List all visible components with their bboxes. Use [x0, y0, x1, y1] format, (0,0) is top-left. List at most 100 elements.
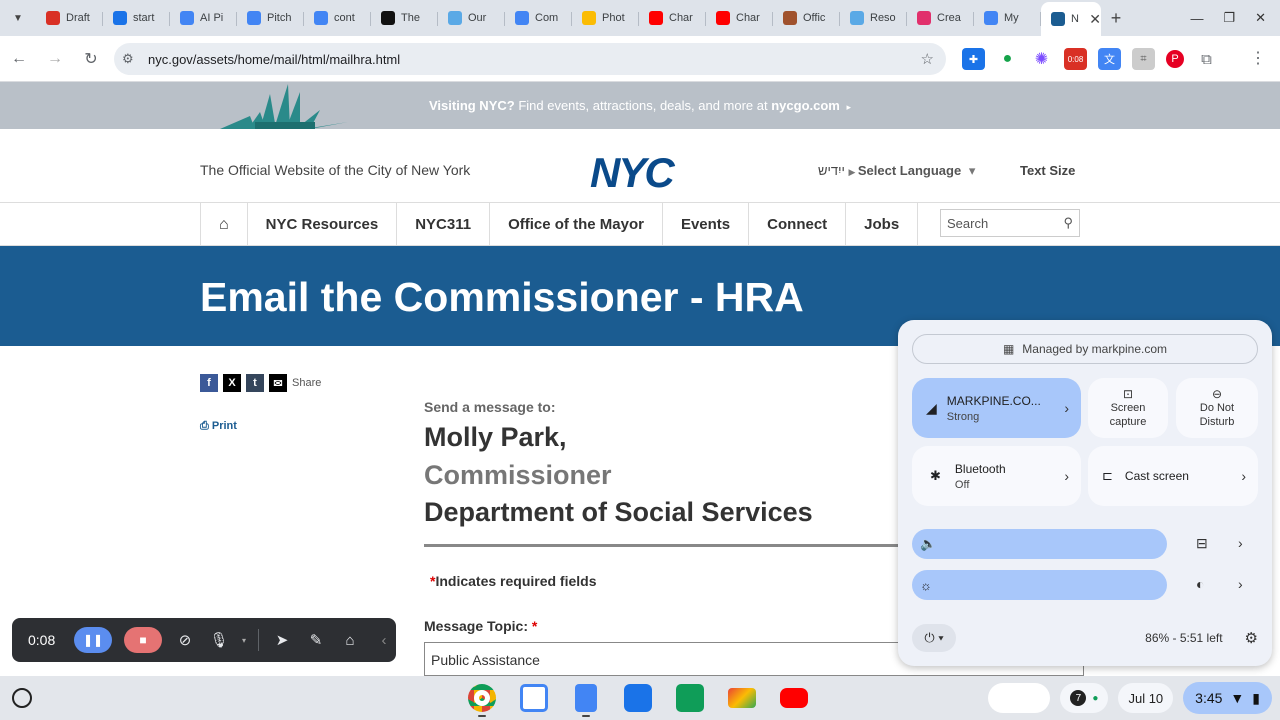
gmail-app-icon[interactable] — [724, 682, 760, 714]
time-status-pill[interactable]: 3:45 ▼ ▮ — [1183, 682, 1272, 714]
forward-icon[interactable]: → — [38, 50, 72, 68]
tab-0[interactable]: Draft — [36, 3, 103, 33]
back-icon[interactable]: ← — [2, 50, 36, 68]
reload-icon[interactable]: ↻ — [74, 49, 108, 69]
extension-gear-icon[interactable]: ✺ — [1030, 48, 1053, 70]
share-label[interactable]: Share — [292, 377, 321, 389]
notifications-pill[interactable]: 7 ● — [1060, 683, 1109, 713]
tumblr-icon[interactable]: t — [246, 374, 264, 392]
extension-grid-icon[interactable]: ⌗ — [1132, 48, 1155, 70]
wifi-chevron-icon[interactable]: › — [1064, 400, 1069, 416]
promo-link[interactable]: nycgo.com — [771, 98, 840, 113]
power-menu-button[interactable]: ⏻ ▾ — [912, 624, 956, 652]
tab-active[interactable]: NYC ✕ — [1041, 2, 1101, 36]
screen-capture-tile[interactable]: ⊡ Screen capture — [1088, 378, 1168, 438]
extension-pinterest-icon[interactable]: P — [1166, 50, 1184, 68]
tab-5[interactable]: The — [371, 3, 438, 33]
maximize-icon[interactable]: ❐ — [1223, 10, 1235, 26]
brightness-slider[interactable]: ☼ — [912, 570, 1167, 600]
volume-slider[interactable]: 🔈 — [912, 529, 1167, 559]
x-twitter-icon[interactable]: X — [223, 374, 241, 392]
tab-10[interactable]: Char — [706, 3, 773, 33]
volume-chevron-icon[interactable]: › — [1238, 535, 1243, 551]
pen-icon[interactable]: ✎ — [305, 631, 327, 649]
nav-item-nyc311[interactable]: NYC311 — [397, 203, 491, 246]
print-link[interactable]: ⎙ Print — [200, 420, 237, 433]
youtube-app-icon[interactable] — [776, 682, 812, 714]
extensions-puzzle-icon[interactable]: ⧉ — [1195, 48, 1218, 70]
date-pill[interactable]: Jul 10 — [1118, 683, 1174, 713]
tab-14[interactable]: My — [974, 3, 1041, 33]
mic-dropdown-icon[interactable]: ▾ — [242, 636, 246, 645]
brightness-chevron-icon[interactable]: › — [1238, 576, 1243, 592]
chrome-app-icon[interactable] — [464, 682, 500, 717]
text-size-button[interactable]: Text Size — [1020, 163, 1075, 178]
clear-drawing-icon[interactable]: ⌂ — [339, 632, 361, 649]
tab-1[interactable]: start — [103, 3, 170, 33]
extension-translate-icon[interactable]: 文 — [1098, 48, 1121, 70]
captions-off-icon[interactable]: ⊟ — [1196, 535, 1208, 552]
promo-bar[interactable]: Visiting NYC? Find events, attractions, … — [0, 82, 1280, 129]
language-selector[interactable]: ייִדיש ▶ Select Language ▾ — [818, 163, 975, 179]
do-not-disturb-tile[interactable]: ⊖ Do Not Disturb — [1176, 378, 1258, 438]
nav-item-events[interactable]: Events — [663, 203, 750, 246]
wifi-tile[interactable]: ◢ MARKPINE.CO... Strong › — [912, 378, 1081, 438]
nav-item-nyc-resources[interactable]: NYC Resources — [248, 203, 398, 246]
extension-grammarly-icon[interactable]: ● — [996, 48, 1019, 70]
nav-item-office-of-the-mayor[interactable]: Office of the Mayor — [490, 203, 663, 246]
facebook-icon[interactable]: f — [200, 374, 218, 392]
url-text[interactable]: nyc.gov/assets/home/mail/html/mailhra.ht… — [148, 52, 400, 67]
tab-4[interactable]: cont — [304, 3, 371, 33]
select-language-label[interactable]: Select Language — [858, 163, 961, 178]
bluetooth-chevron-icon[interactable]: › — [1064, 468, 1069, 484]
tab-6[interactable]: Our — [438, 3, 505, 33]
close-window-icon[interactable]: ✕ — [1255, 10, 1266, 26]
tab-11[interactable]: Offic — [773, 3, 840, 33]
files-app-icon[interactable] — [620, 682, 656, 714]
tab-3[interactable]: Pitch — [237, 3, 304, 33]
tab-7[interactable]: Com — [505, 3, 572, 33]
classroom-app-icon[interactable] — [672, 682, 708, 714]
address-bar[interactable]: ⚙ nyc.gov/assets/home/mail/html/mailhra.… — [114, 43, 946, 75]
launcher-button[interactable] — [12, 688, 32, 708]
pointer-icon[interactable]: ➤ — [271, 631, 293, 649]
docs-app-icon[interactable] — [568, 682, 604, 717]
search-icon[interactable]: ⚲ — [1063, 215, 1073, 231]
bookmark-star-icon[interactable]: ☆ — [921, 50, 934, 68]
tab-9[interactable]: Char — [639, 3, 706, 33]
home-icon[interactable]: ⌂ — [201, 203, 248, 246]
new-tab-button[interactable]: + — [1101, 8, 1131, 29]
cast-chevron-icon[interactable]: › — [1241, 468, 1246, 484]
tab-search-button[interactable]: ▼ — [0, 0, 36, 36]
nav-item-connect[interactable]: Connect — [749, 203, 847, 246]
tab-12[interactable]: Reso — [840, 3, 907, 33]
mic-off-icon[interactable]: 🎙 — [208, 631, 230, 649]
tab-2[interactable]: AI Pi — [170, 3, 237, 33]
tab-13[interactable]: Crea — [907, 3, 974, 33]
bluetooth-tile[interactable]: ✱ Bluetooth Off › — [912, 446, 1081, 506]
nyc-logo[interactable]: NYC — [590, 149, 675, 197]
camera-off-icon[interactable]: ⊘ — [174, 631, 196, 649]
language-native[interactable]: ייִדיש — [818, 163, 845, 178]
cast-screen-tile[interactable]: ⊏ Cast screen › — [1088, 446, 1258, 506]
holding-space-icon[interactable] — [988, 683, 1051, 713]
stop-button[interactable]: ■ — [124, 627, 162, 653]
search-input[interactable]: Search ⚲ — [940, 209, 1080, 237]
nav-item-jobs[interactable]: Jobs — [846, 203, 919, 246]
print-label[interactable]: Print — [212, 420, 237, 432]
managed-by-button[interactable]: ▦ Managed by markpine.com — [912, 334, 1258, 364]
calendar-app-icon[interactable] — [516, 682, 552, 714]
email-icon[interactable]: ✉ — [269, 374, 287, 392]
collapse-chevron-icon[interactable]: ‹ — [373, 632, 395, 649]
settings-gear-icon[interactable]: ⚙ — [1245, 629, 1258, 647]
night-light-icon[interactable]: ◐ — [1196, 576, 1204, 592]
pause-button[interactable]: ❚❚ — [74, 627, 112, 653]
browser-menu-icon[interactable]: ⋮ — [1250, 48, 1266, 68]
extension-recorder-badge[interactable]: 0:08 — [1064, 48, 1087, 70]
extension-plus-icon[interactable]: ✚ — [962, 48, 985, 70]
tab-8[interactable]: Phot — [572, 3, 639, 33]
site-info-icon[interactable]: ⚙ — [122, 51, 144, 67]
close-tab-icon[interactable]: ✕ — [1089, 11, 1101, 28]
promo-text[interactable]: Visiting NYC? Find events, attractions, … — [429, 98, 851, 113]
minimize-icon[interactable]: — — [1190, 11, 1203, 26]
